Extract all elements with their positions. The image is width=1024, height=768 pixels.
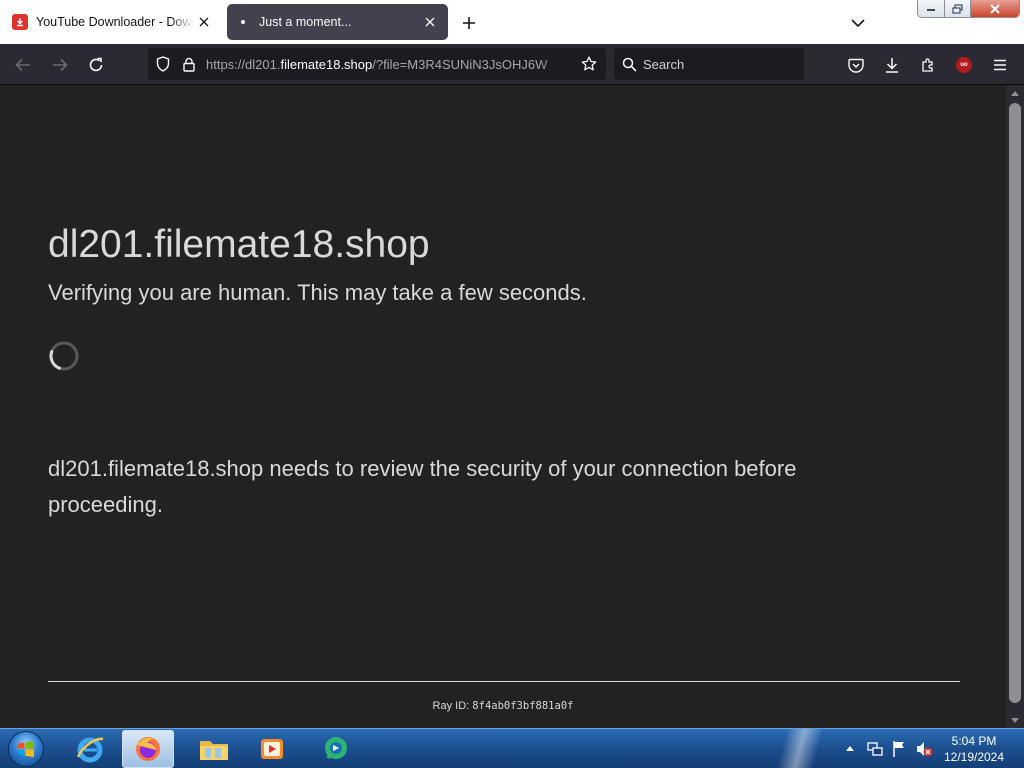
network-icon[interactable]: [867, 741, 883, 757]
tab-strip: YouTube Downloader - Download Just a mom…: [0, 0, 1024, 44]
loading-dot-icon: [235, 14, 251, 30]
start-button[interactable]: [4, 730, 48, 768]
search-icon: [622, 57, 637, 72]
restore-button[interactable]: [945, 0, 971, 17]
taskbar-sheen: [760, 729, 840, 768]
media-player-icon: [261, 739, 283, 759]
downloads-button[interactable]: [877, 50, 907, 80]
search-bar[interactable]: Search: [614, 48, 804, 80]
ray-id-value: 8f4ab0f3bf881a0f: [472, 700, 574, 712]
minimize-icon: [927, 8, 935, 11]
verifying-message: Verifying you are human. This may take a…: [48, 280, 587, 305]
navigation-toolbar: https://dl201.filemate18.shop/?file=M3R4…: [0, 44, 1024, 85]
page-title: dl201.filemate18.shop: [48, 223, 430, 266]
url-text: https://dl201.filemate18.shop/?file=M3R4…: [206, 57, 576, 72]
close-tab-icon[interactable]: [420, 12, 440, 32]
url-path: /?file=M3R4SUNiN3JsOHJ6W: [372, 56, 548, 72]
lock-icon[interactable]: [176, 48, 202, 80]
loading-spinner-icon: [49, 341, 79, 371]
taskbar-file-explorer[interactable]: [188, 730, 240, 768]
new-tab-button[interactable]: [456, 10, 482, 36]
tracking-protection-shield-icon[interactable]: [150, 48, 176, 80]
url-prefix: https://dl201.: [206, 56, 281, 72]
restore-icon: [952, 3, 963, 14]
taskbar-media-player[interactable]: [246, 730, 298, 768]
screen: YouTube Downloader - Download Just a mom…: [0, 0, 1024, 768]
list-all-tabs-button[interactable]: [845, 10, 871, 36]
minimize-button[interactable]: [918, 0, 945, 17]
taskbar-internet-explorer[interactable]: [64, 730, 116, 768]
application-menu-button[interactable]: [985, 50, 1015, 80]
vertical-scrollbar[interactable]: [1006, 85, 1024, 728]
file-explorer-icon: [200, 741, 228, 760]
bookmark-star-icon[interactable]: [576, 48, 602, 80]
scroll-down-arrow-icon[interactable]: [1006, 712, 1024, 728]
chat-app-icon: [325, 737, 347, 760]
pocket-button[interactable]: [841, 50, 871, 80]
footer-divider: [48, 681, 960, 682]
tab-just-a-moment[interactable]: Just a moment...: [227, 4, 448, 40]
search-placeholder: Search: [643, 56, 685, 72]
show-hidden-icons-icon[interactable]: [846, 745, 854, 751]
hamburger-menu-icon: [994, 59, 1006, 71]
tab-title: YouTube Downloader - Download: [36, 15, 194, 29]
action-center-flag-icon[interactable]: [891, 740, 907, 758]
window-controls: [917, 0, 1020, 18]
ublock-origin-icon: uo: [956, 57, 972, 73]
reload-button[interactable]: [81, 50, 111, 80]
download-arrow-icon: [886, 58, 898, 73]
extensions-button[interactable]: [913, 50, 943, 80]
back-button[interactable]: [8, 50, 38, 80]
windows-logo-icon: [8, 731, 44, 767]
volume-muted-icon[interactable]: [915, 740, 933, 758]
download-icon: [12, 14, 28, 30]
ray-id-footer: Ray ID: 8f4ab0f3bf881a0f: [0, 700, 1006, 712]
close-tab-icon[interactable]: [194, 12, 214, 32]
chevron-down-icon: [851, 19, 865, 28]
reload-icon: [89, 57, 103, 72]
tab-youtube-downloader[interactable]: YouTube Downloader - Download: [4, 4, 222, 40]
taskbar-chat-app[interactable]: [310, 730, 362, 768]
pocket-icon: [848, 58, 864, 73]
url-host: filemate18.shop: [280, 56, 373, 72]
firefox-icon: [136, 737, 160, 761]
windows-taskbar: 5:04 PM 12/19/2024: [0, 728, 1024, 768]
clock-time: 5:04 PM: [951, 734, 997, 748]
close-window-button[interactable]: [971, 0, 1019, 17]
taskbar-clock[interactable]: 5:04 PM 12/19/2024: [932, 733, 1016, 765]
ublock-origin-button[interactable]: uo: [949, 50, 979, 80]
forward-button[interactable]: [45, 50, 75, 80]
tab-title: Just a moment...: [259, 15, 352, 29]
ray-id-label: Ray ID:: [432, 700, 470, 712]
forward-arrow-icon: [53, 58, 68, 72]
scrollbar-thumb[interactable]: [1009, 103, 1021, 703]
plus-icon: [463, 17, 475, 29]
address-bar[interactable]: https://dl201.filemate18.shop/?file=M3R4…: [148, 48, 606, 80]
clock-date: 12/19/2024: [943, 750, 1005, 764]
back-arrow-icon: [15, 58, 30, 72]
internet-explorer-icon: [76, 737, 104, 763]
close-icon: [990, 3, 1000, 14]
puzzle-piece-icon: [922, 58, 933, 72]
taskbar-firefox[interactable]: [122, 730, 174, 768]
page-content: dl201.filemate18.shop Verifying you are …: [0, 85, 1006, 728]
security-review-message: dl201.filemate18.shop needs to review th…: [48, 456, 797, 517]
scroll-up-arrow-icon[interactable]: [1006, 85, 1024, 101]
